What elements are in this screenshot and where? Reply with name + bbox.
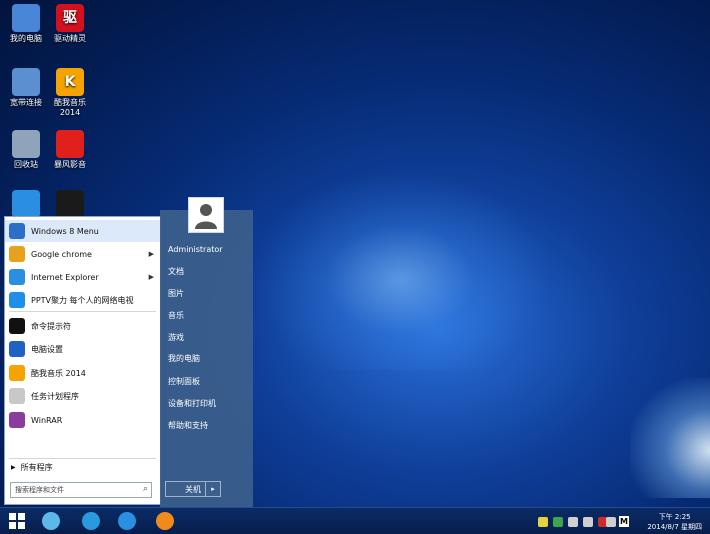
shutdown-options-button[interactable]: ▸ xyxy=(205,481,221,497)
start-menu-item-label: PPTV聚力 每个人的网络电视 xyxy=(31,295,134,305)
driver-icon: 驱 xyxy=(56,4,84,32)
search-icon[interactable]: ⌕ xyxy=(143,484,148,494)
start-menu-item[interactable]: Windows 8 Menu xyxy=(5,220,160,242)
taskbar-pinned-app[interactable] xyxy=(116,511,138,531)
places-link[interactable]: 设备和打印机 xyxy=(168,398,216,409)
computer-icon xyxy=(12,4,40,32)
tray-app-icon[interactable] xyxy=(538,517,548,527)
all-programs-label: 所有程序 xyxy=(20,463,53,472)
user-name-link[interactable]: Administrator xyxy=(168,245,223,254)
taskbar-pinned-app[interactable] xyxy=(40,511,62,531)
desktop-icon[interactable]: K 酷我音乐 2014 xyxy=(44,68,96,118)
ime-label: M xyxy=(620,517,628,526)
start-menu-item[interactable]: PPTV聚力 每个人的网络电视 xyxy=(5,289,160,311)
places-link[interactable]: 帮助和支持 xyxy=(168,420,208,431)
start-menu-item[interactable]: Internet Explorer ▶ xyxy=(5,266,160,288)
wallpaper-glow xyxy=(630,378,710,498)
ie-icon xyxy=(12,190,40,218)
ime-indicator[interactable]: M xyxy=(619,516,629,527)
places-link[interactable]: 文档 xyxy=(168,266,184,277)
chevron-right-icon: ▸ xyxy=(211,485,215,493)
user-avatar[interactable] xyxy=(188,197,224,233)
places-link[interactable]: 控制面板 xyxy=(168,376,200,387)
winrar-icon xyxy=(9,412,25,428)
start-menu-item[interactable]: 酷我音乐 2014 xyxy=(5,362,160,384)
taskbar-pinned-app[interactable] xyxy=(80,511,102,531)
recycle-bin-icon xyxy=(12,130,40,158)
volume-icon[interactable] xyxy=(606,517,616,527)
uc-browser-icon xyxy=(156,512,174,530)
drive-icon xyxy=(42,512,60,530)
triangle-right-icon: ▶ xyxy=(11,464,16,471)
start-menu-item-label: 酷我音乐 2014 xyxy=(31,368,86,378)
ie-icon xyxy=(9,269,25,285)
start-menu-item-label: Windows 8 Menu xyxy=(31,226,99,236)
taskbar: M 下午 2:25 2014/8/7 星期四 xyxy=(0,507,710,534)
start-menu-item[interactable]: 电脑设置 xyxy=(5,338,160,360)
places-link[interactable]: 音乐 xyxy=(168,310,184,321)
baofeng-icon xyxy=(56,130,84,158)
start-menu-places-pane: Administrator 文档图片音乐游戏我的电脑控制面板设备和打印机 帮助和支持 xyxy=(160,210,253,507)
desktop-icon-label: 酷我音乐 2014 xyxy=(54,98,86,117)
qq-icon xyxy=(56,190,84,218)
windows-logo-icon xyxy=(9,513,25,529)
q-search-icon xyxy=(82,512,100,530)
start-menu-item-label: 命令提示符 xyxy=(31,321,71,331)
shutdown-label: 关机 xyxy=(185,484,201,494)
menu-separator xyxy=(9,311,156,312)
search-placeholder: 搜索程序和文件 xyxy=(15,486,64,494)
action-center-icon[interactable] xyxy=(568,517,578,527)
all-programs-link[interactable]: ▶ 所有程序 xyxy=(11,462,53,473)
start-menu-item-label: 任务计划程序 xyxy=(31,391,79,401)
desktop-icon-label: 驱动精灵 xyxy=(54,34,86,43)
kuwo-icon xyxy=(9,365,25,381)
kuwo-icon: K xyxy=(56,68,84,96)
clock-date: 2014/8/7 星期四 xyxy=(647,523,702,531)
settings-icon xyxy=(9,341,25,357)
ie-icon xyxy=(118,512,136,530)
windows8-menu-icon xyxy=(9,223,25,239)
start-menu-programs-pane: Windows 8 Menu Google chrome ▶ Internet Exp… xyxy=(4,216,161,505)
network-tray-icon[interactable] xyxy=(583,517,593,527)
start-menu-item-label: Google chrome xyxy=(31,249,92,259)
start-menu-item[interactable]: Google chrome ▶ xyxy=(5,243,160,265)
network-icon xyxy=(12,68,40,96)
desktop-icon[interactable]: 暴风影音 xyxy=(44,130,96,170)
start-menu-item-label: 电脑设置 xyxy=(31,344,63,354)
start-menu-item[interactable]: WinRAR xyxy=(5,409,160,431)
chrome-icon xyxy=(9,246,25,262)
clock-icon xyxy=(9,388,25,404)
taskbar-pinned-app[interactable] xyxy=(154,511,176,531)
menu-separator xyxy=(9,458,156,459)
wallpaper-splash xyxy=(250,170,550,370)
shield-icon[interactable] xyxy=(553,517,563,527)
start-menu-item[interactable]: 命令提示符 xyxy=(5,315,160,337)
clock-time: 下午 2:25 xyxy=(658,513,691,521)
start-menu-item[interactable]: 任务计划程序 xyxy=(5,385,160,407)
clock[interactable]: 下午 2:25 2014/8/7 星期四 xyxy=(647,512,702,532)
start-menu-item-label: Internet Explorer xyxy=(31,272,99,282)
places-link[interactable]: 我的电脑 xyxy=(168,353,200,364)
desktop-icon[interactable]: 驱驱动精灵 xyxy=(44,4,96,44)
search-input[interactable]: 搜索程序和文件 ⌕ xyxy=(10,482,152,498)
cmd-icon xyxy=(9,318,25,334)
start-button[interactable] xyxy=(6,511,28,531)
desktop-icon-label: 暴风影音 xyxy=(54,160,86,169)
pptv-icon xyxy=(9,292,25,308)
submenu-arrow-icon: ▶ xyxy=(148,273,154,281)
start-menu-item-label: WinRAR xyxy=(31,415,63,425)
places-link[interactable]: 图片 xyxy=(168,288,184,299)
submenu-arrow-icon: ▶ xyxy=(148,250,154,258)
user-silhouette-icon xyxy=(195,204,217,229)
places-link[interactable]: 游戏 xyxy=(168,332,184,343)
